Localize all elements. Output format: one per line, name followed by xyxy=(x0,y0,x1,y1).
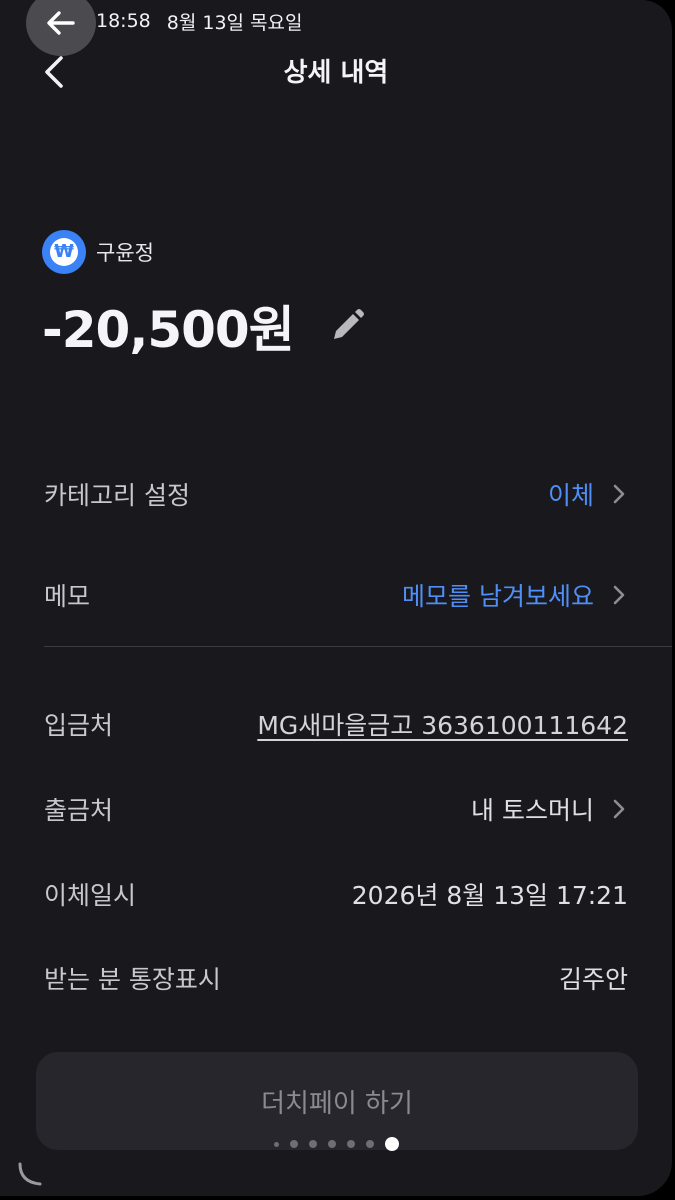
won-icon: ₩ xyxy=(42,230,86,274)
recipient-display-value: 김주안 xyxy=(558,965,628,994)
transfer-datetime-row: 이체일시 2026년 8월 13일 17:21 xyxy=(44,869,628,919)
status-date: 8월 13일 목요일 xyxy=(166,11,303,34)
page-dot xyxy=(366,1140,374,1148)
transfer-datetime-label: 이체일시 xyxy=(44,881,137,910)
status-bar: 18:58 8월 13일 목요일 xyxy=(96,6,303,36)
page-dot xyxy=(309,1140,317,1148)
chevron-right-icon xyxy=(612,584,628,606)
chevron-right-icon xyxy=(612,483,628,505)
dutch-pay-label: 더치페이 하기 xyxy=(261,1088,413,1119)
deposit-to-row: 입금처 MG새마을금고 3636100111642 xyxy=(44,699,628,749)
divider xyxy=(44,646,672,647)
corner-arc-icon xyxy=(18,1162,42,1186)
withdraw-from-label: 출금처 xyxy=(44,796,114,825)
deposit-account-link[interactable]: MG새마을금고 3636100111642 xyxy=(257,706,628,742)
page-dot xyxy=(274,1141,279,1147)
dutch-pay-button[interactable]: 더치페이 하기 xyxy=(36,1052,638,1150)
page-dot xyxy=(347,1140,355,1148)
memo-row[interactable]: 메모 메모를 남겨보세요 xyxy=(44,570,628,620)
account-name: 구윤정 xyxy=(96,241,154,265)
pencil-icon[interactable] xyxy=(328,307,366,345)
page-dot xyxy=(290,1140,298,1148)
status-time: 18:58 xyxy=(96,10,151,32)
memo-label: 메모 xyxy=(44,582,91,611)
page-dot-active xyxy=(385,1137,399,1151)
page-indicator xyxy=(274,1137,399,1151)
amount-row: -20,500원 xyxy=(42,290,366,362)
page-dot xyxy=(328,1140,336,1148)
category-row[interactable]: 카테고리 설정 이체 xyxy=(44,469,628,519)
transaction-amount: -20,500원 xyxy=(42,301,295,359)
withdraw-from-row[interactable]: 출금처 내 토스머니 xyxy=(44,784,628,834)
recipient-display-label: 받는 분 통장표시 xyxy=(44,965,221,994)
recipient-display-row: 받는 분 통장표시 김주안 xyxy=(44,953,628,1003)
chevron-right-icon xyxy=(612,798,628,820)
category-label: 카테고리 설정 xyxy=(44,481,190,510)
transfer-datetime-value: 2026년 8월 13일 17:21 xyxy=(351,881,628,910)
page-title: 상세 내역 xyxy=(283,58,389,88)
memo-value: 메모를 남겨보세요 xyxy=(402,582,594,611)
won-symbol: ₩ xyxy=(50,238,78,266)
phone-screen: 18:58 8월 13일 목요일 상세 내역 ₩ 구윤정 -20,500원 카테… xyxy=(0,0,672,1196)
withdraw-from-value: 내 토스머니 xyxy=(471,796,594,825)
account-info: ₩ 구윤정 xyxy=(42,230,154,274)
arrow-left-icon xyxy=(47,11,75,35)
deposit-to-label: 입금처 xyxy=(44,711,114,740)
category-value: 이체 xyxy=(547,481,594,510)
